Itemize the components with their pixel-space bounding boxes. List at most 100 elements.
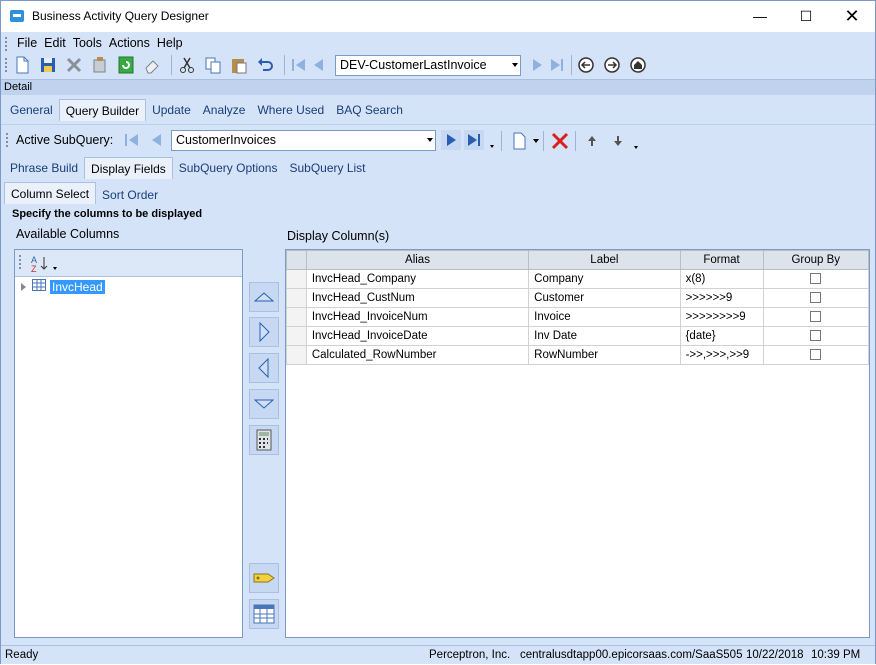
menu-tools[interactable]: Tools <box>71 36 107 50</box>
cell-label[interactable]: Inv Date <box>528 326 681 346</box>
move-up-icon[interactable] <box>581 130 603 152</box>
display-columns-grid[interactable]: Alias Label Format Group By InvcHead_Com… <box>285 249 870 638</box>
subquery-previous-icon[interactable] <box>147 130 167 150</box>
paste-icon[interactable] <box>228 54 250 76</box>
remove-column-button[interactable] <box>249 353 279 383</box>
close-button[interactable]: ✕ <box>829 1 875 32</box>
tab-analyze[interactable]: Analyze <box>197 99 252 121</box>
cell-format[interactable]: >>>>>>9 <box>679 288 764 308</box>
cell-alias[interactable]: InvcHead_InvoiceNum <box>305 307 530 327</box>
cell-alias[interactable]: InvcHead_Company <box>305 269 530 289</box>
row-selector[interactable] <box>286 326 307 346</box>
add-column-button[interactable] <box>249 317 279 347</box>
maximize-button[interactable]: ☐ <box>783 1 829 32</box>
chevron-down-icon[interactable] <box>512 62 518 67</box>
forward-icon[interactable] <box>602 55 622 75</box>
calculator-button[interactable] <box>249 425 279 455</box>
back-icon[interactable] <box>576 55 596 75</box>
move-down-icon[interactable] <box>607 130 629 152</box>
move-down-button[interactable] <box>249 389 279 419</box>
minimize-button[interactable]: — <box>737 1 783 32</box>
delete-subquery-icon[interactable] <box>549 130 571 152</box>
available-columns-tree[interactable]: AZ InvcHead <box>14 249 243 638</box>
cell-alias[interactable]: InvcHead_InvoiceDate <box>305 326 530 346</box>
cell-label[interactable]: Company <box>528 269 681 289</box>
last-record-icon[interactable] <box>547 55 567 75</box>
group-by-checkbox[interactable] <box>810 330 822 342</box>
copy-icon[interactable] <box>89 54 111 76</box>
cell-format[interactable]: x(8) <box>679 269 764 289</box>
query-combo-value: DEV-CustomerLastInvoice <box>340 57 487 72</box>
home-icon[interactable] <box>628 55 648 75</box>
column-header-group-by[interactable]: Group By <box>762 250 869 270</box>
row-selector[interactable] <box>286 345 307 365</box>
tab-display-fields[interactable]: Display Fields <box>84 157 173 179</box>
group-by-checkbox[interactable] <box>810 273 822 285</box>
menu-help[interactable]: Help <box>155 36 188 50</box>
next-record-icon[interactable] <box>527 55 547 75</box>
query-combo[interactable]: DEV-CustomerLastInvoice <box>335 54 521 76</box>
tab-where-used[interactable]: Where Used <box>251 99 330 121</box>
chevron-down-icon[interactable] <box>533 139 539 143</box>
tab-phrase-build[interactable]: Phrase Build <box>4 157 84 179</box>
table-row[interactable]: InvcHead_CustNum Customer >>>>>>9 <box>286 288 869 308</box>
column-header-alias[interactable]: Alias <box>305 250 530 270</box>
cell-label[interactable]: Customer <box>528 288 681 308</box>
previous-record-icon[interactable] <box>309 55 329 75</box>
group-by-checkbox[interactable] <box>810 311 822 323</box>
cell-label[interactable]: Invoice <box>528 307 681 327</box>
tab-subquery-list[interactable]: SubQuery List <box>283 157 371 179</box>
tab-subquery-options[interactable]: SubQuery Options <box>173 157 284 179</box>
expand-arrow-icon[interactable] <box>21 282 26 291</box>
tab-query-builder[interactable]: Query Builder <box>58 99 147 121</box>
subquery-last-icon[interactable] <box>464 130 484 150</box>
overflow-chevron-icon[interactable] <box>634 146 638 149</box>
eraser-icon[interactable] <box>141 54 163 76</box>
delete-icon[interactable] <box>63 54 85 76</box>
sort-az-icon[interactable]: AZ <box>29 253 51 278</box>
first-record-icon[interactable] <box>289 55 309 75</box>
table-row[interactable]: InvcHead_Company Company x(8) <box>286 269 869 289</box>
column-header-label[interactable]: Label <box>528 250 681 270</box>
table-row[interactable]: InvcHead_InvoiceNum Invoice >>>>>>>>9 <box>286 307 869 327</box>
menu-edit[interactable]: Edit <box>42 36 71 50</box>
tab-general[interactable]: General <box>4 99 59 121</box>
refresh-icon[interactable] <box>115 54 137 76</box>
new-icon[interactable] <box>11 54 33 76</box>
chevron-down-icon[interactable] <box>53 267 57 270</box>
cut-icon[interactable] <box>176 54 198 76</box>
new-subquery-icon[interactable] <box>509 130 531 152</box>
column-header-format[interactable]: Format <box>679 250 764 270</box>
row-selector[interactable] <box>286 269 307 289</box>
grid-layout-button[interactable] <box>249 599 279 629</box>
tab-update[interactable]: Update <box>146 99 197 121</box>
overflow-chevron-icon[interactable] <box>490 145 494 148</box>
undo-icon[interactable] <box>254 54 276 76</box>
tab-baq-search[interactable]: BAQ Search <box>330 99 409 121</box>
row-selector[interactable] <box>286 307 307 327</box>
label-tag-button[interactable] <box>249 563 279 593</box>
copy-clipboard-icon[interactable] <box>202 54 224 76</box>
table-row[interactable]: InvcHead_InvoiceDate Inv Date {date} <box>286 326 869 346</box>
cell-alias[interactable]: InvcHead_CustNum <box>305 288 530 308</box>
table-row[interactable]: Calculated_RowNumber RowNumber ->>,>>>,>… <box>286 345 869 365</box>
cell-format[interactable]: ->>,>>>,>>9 <box>679 345 764 365</box>
group-by-checkbox[interactable] <box>810 349 822 361</box>
chevron-down-icon[interactable] <box>427 138 433 142</box>
move-up-button[interactable] <box>249 282 279 312</box>
row-selector[interactable] <box>286 288 307 308</box>
menu-file[interactable]: File <box>15 36 42 50</box>
menu-actions[interactable]: Actions <box>107 36 155 50</box>
subquery-first-icon[interactable] <box>122 130 142 150</box>
tab-sort-order[interactable]: Sort Order <box>96 182 164 204</box>
cell-format[interactable]: >>>>>>>>9 <box>679 307 764 327</box>
group-by-checkbox[interactable] <box>810 292 822 304</box>
save-icon[interactable] <box>37 54 59 76</box>
cell-alias[interactable]: Calculated_RowNumber <box>305 345 530 365</box>
cell-label[interactable]: RowNumber <box>528 345 681 365</box>
tab-column-select[interactable]: Column Select <box>4 182 97 204</box>
tree-item-invchead[interactable]: InvcHead <box>21 279 105 294</box>
subquery-next-icon[interactable] <box>441 130 461 150</box>
cell-format[interactable]: {date} <box>679 326 764 346</box>
subquery-combo[interactable]: CustomerInvoices <box>171 130 436 151</box>
